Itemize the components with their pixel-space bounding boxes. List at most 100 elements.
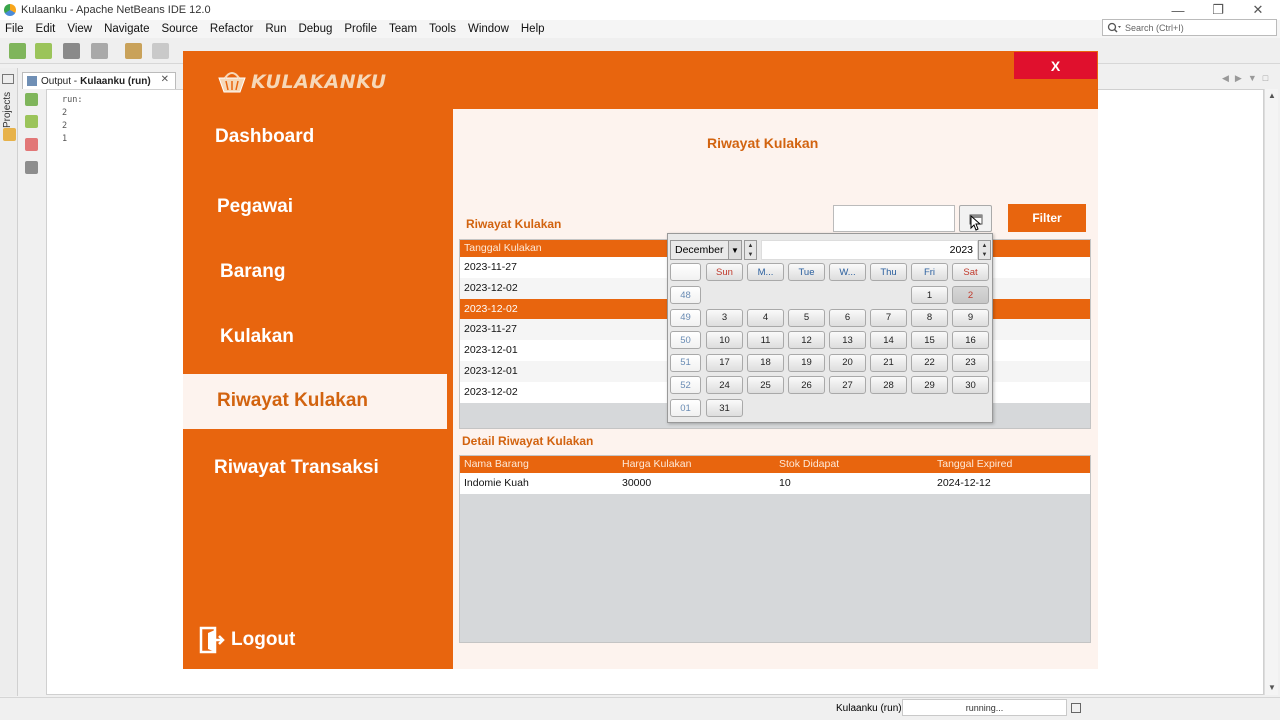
menu-help[interactable]: Help <box>516 23 552 35</box>
nav-pegawai[interactable]: Pegawai <box>217 196 293 218</box>
day-button[interactable]: 28 <box>870 376 907 395</box>
open-project-icon[interactable] <box>63 43 80 59</box>
table-cell: 2023-11-27 <box>464 323 517 336</box>
month-select[interactable]: December ▼ <box>670 240 742 260</box>
day-button[interactable]: 31 <box>706 399 743 417</box>
nav-riwayat-kulakan[interactable]: Riwayat Kulakan <box>217 390 368 412</box>
month-spinner[interactable]: ▲ ▼ <box>744 240 757 260</box>
day-button[interactable]: 23 <box>952 353 989 372</box>
scroll-up-icon[interactable]: ▲ <box>1268 91 1276 100</box>
day-button[interactable]: 24 <box>706 376 743 395</box>
table-row[interactable]: Indomie Kuah 30000 10 2024-12-12 <box>460 473 1090 494</box>
day-button[interactable]: 19 <box>788 353 825 372</box>
day-button[interactable]: 18 <box>747 353 784 372</box>
logout-button[interactable]: Logout <box>199 626 295 654</box>
nav-barang[interactable]: Barang <box>220 261 285 283</box>
new-project-icon[interactable] <box>35 43 52 59</box>
filter-button[interactable]: Filter <box>1008 204 1086 232</box>
day-button[interactable]: 5 <box>788 308 825 327</box>
day-button[interactable]: 6 <box>829 308 866 327</box>
ide-search-input[interactable]: Search (Ctrl+I) <box>1102 19 1277 36</box>
rerun-with-params-icon[interactable] <box>25 115 38 128</box>
rerun-icon[interactable] <box>25 93 38 106</box>
day-button[interactable]: 8 <box>911 308 948 327</box>
settings-icon[interactable] <box>25 161 38 174</box>
files-icon[interactable] <box>3 128 16 141</box>
day-button[interactable]: 30 <box>952 376 989 395</box>
output-scrollbar[interactable]: ▲ ▼ <box>1264 89 1278 695</box>
nav-riwayat-transaksi[interactable]: Riwayat Transaksi <box>214 457 379 479</box>
day-button[interactable]: 12 <box>788 331 825 350</box>
menu-refactor[interactable]: Refactor <box>205 23 260 35</box>
nav-dashboard[interactable]: Dashboard <box>215 126 314 148</box>
table-cell: 2023-12-02 <box>464 385 518 398</box>
year-field[interactable]: 2023 <box>761 240 978 260</box>
basket-icon <box>218 72 246 93</box>
scroll-down-icon[interactable]: ▼ <box>1268 683 1276 692</box>
nav-kulakan[interactable]: Kulakan <box>220 326 294 348</box>
menu-edit[interactable]: Edit <box>31 23 63 35</box>
day-button[interactable]: 1 <box>911 286 948 304</box>
close-tab-icon[interactable]: ✕ <box>161 74 169 85</box>
day-button[interactable]: 25 <box>747 376 784 395</box>
output-tab[interactable]: Output - Kulaanku (run) ✕ <box>22 72 176 89</box>
projects-side-tab[interactable]: Projects <box>2 88 16 128</box>
day-button[interactable]: 15 <box>911 331 948 350</box>
column-header: Nama Barang <box>464 458 529 470</box>
weekday-label: W... <box>829 263 866 281</box>
day-button[interactable]: 14 <box>870 331 907 350</box>
status-progress[interactable]: running... <box>902 699 1067 716</box>
day-button[interactable]: 10 <box>706 331 743 350</box>
date-input[interactable] <box>833 205 955 232</box>
day-button[interactable]: 29 <box>911 376 948 395</box>
day-button[interactable]: 22 <box>911 353 948 372</box>
menu-tools[interactable]: Tools <box>424 23 463 35</box>
menu-profile[interactable]: Profile <box>339 23 384 35</box>
day-button[interactable]: 26 <box>788 376 825 395</box>
week-number: 48 <box>670 286 701 304</box>
menu-run[interactable]: Run <box>260 23 293 35</box>
redo-icon[interactable] <box>152 43 169 59</box>
maximize-button[interactable]: ❐ <box>1198 0 1238 20</box>
menu-source[interactable]: Source <box>156 23 204 35</box>
window-close-button[interactable]: ✕ <box>1238 0 1278 20</box>
day-button[interactable]: 17 <box>706 353 743 372</box>
cancel-task-icon[interactable] <box>1071 703 1081 713</box>
output-line: 2 <box>62 108 68 118</box>
menu-file[interactable]: File <box>0 23 31 35</box>
day-button[interactable]: 16 <box>952 331 989 350</box>
menu-navigate[interactable]: Navigate <box>99 23 156 35</box>
day-button[interactable]: 3 <box>706 308 743 327</box>
output-line: 1 <box>62 134 68 144</box>
weekday-label: Sun <box>706 263 743 281</box>
save-all-icon[interactable] <box>91 43 108 59</box>
menu-window[interactable]: Window <box>463 23 516 35</box>
menu-team[interactable]: Team <box>384 23 424 35</box>
stop-icon[interactable] <box>25 138 38 151</box>
day-button[interactable]: 20 <box>829 353 866 372</box>
new-file-icon[interactable] <box>9 43 26 59</box>
day-button[interactable]: 21 <box>870 353 907 372</box>
menu-view[interactable]: View <box>62 23 99 35</box>
undo-icon[interactable] <box>125 43 142 59</box>
output-icon <box>27 76 37 86</box>
tab-navigation-icons[interactable]: ◀▶▼□ <box>1222 73 1274 84</box>
day-button[interactable]: 9 <box>952 308 989 327</box>
chevron-down-icon: ▼ <box>728 241 741 259</box>
day-button[interactable]: 4 <box>747 308 784 327</box>
day-button-selected[interactable]: 2 <box>952 286 989 304</box>
weekday-label: Fri <box>911 263 948 281</box>
weekday-label: Thu <box>870 263 907 281</box>
day-button[interactable]: 27 <box>829 376 866 395</box>
restore-window-icon[interactable] <box>2 74 14 84</box>
day-button[interactable]: 11 <box>747 331 784 350</box>
page-title: Riwayat Kulakan <box>707 135 819 151</box>
day-button[interactable]: 13 <box>829 331 866 350</box>
minimize-button[interactable]: — <box>1158 0 1198 20</box>
year-value: 2023 <box>949 244 973 256</box>
menu-debug[interactable]: Debug <box>293 23 339 35</box>
day-button[interactable]: 7 <box>870 308 907 327</box>
ide-status-bar <box>0 697 1280 720</box>
app-close-button[interactable]: X <box>1014 52 1097 79</box>
year-spinner[interactable]: ▲ ▼ <box>978 240 991 260</box>
